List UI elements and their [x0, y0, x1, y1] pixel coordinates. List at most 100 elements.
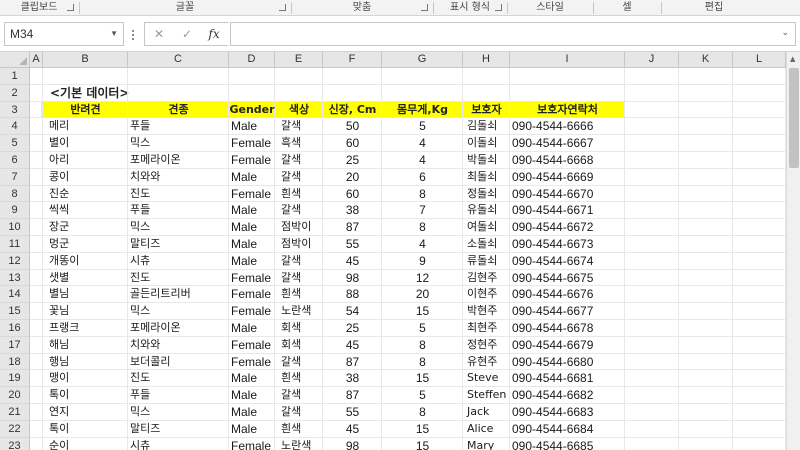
cell-weight[interactable]: 8	[382, 337, 463, 354]
cell-guardian[interactable]: 김현주	[467, 270, 510, 287]
cell-breed[interactable]: 포메라이온	[130, 320, 229, 337]
cell-weight[interactable]: 5	[382, 320, 463, 337]
cell-height[interactable]: 45	[323, 253, 382, 270]
cell-gender[interactable]: Male	[231, 219, 275, 236]
cell-pet-name[interactable]: 톡이	[49, 421, 128, 438]
cell-height[interactable]: 98	[323, 438, 382, 450]
row-header-19[interactable]: 19	[0, 370, 30, 388]
cell-gender[interactable]: Male	[231, 320, 275, 337]
cell-guardian[interactable]: 이현주	[467, 286, 510, 303]
cell-breed[interactable]: 보더콜리	[130, 354, 229, 371]
cell-pet-name[interactable]: 연지	[49, 404, 128, 421]
row-header-17[interactable]: 17	[0, 336, 30, 354]
cell-breed[interactable]: 진도	[130, 270, 229, 287]
cell-color[interactable]: 갈색	[281, 169, 323, 186]
row-header-7[interactable]: 7	[0, 168, 30, 186]
name-box[interactable]: M34 ▼	[4, 22, 124, 46]
cell-color[interactable]: 갈색	[281, 202, 323, 219]
cell-pet-name[interactable]: 꽃님	[49, 303, 128, 320]
cell-gender[interactable]: Male	[231, 404, 275, 421]
cell-pet-name[interactable]: 톡이	[49, 387, 128, 404]
insert-function-button[interactable]: fx	[203, 22, 225, 46]
cell-height[interactable]: 38	[323, 370, 382, 387]
cell-height[interactable]: 87	[323, 354, 382, 371]
cell-height[interactable]: 88	[323, 286, 382, 303]
cell-pet-name[interactable]: 메리	[49, 118, 128, 135]
row-header-18[interactable]: 18	[0, 353, 30, 371]
cell-weight[interactable]: 4	[382, 135, 463, 152]
dialog-launcher-icon[interactable]	[495, 4, 502, 11]
column-header-i[interactable]: I	[510, 52, 625, 68]
cell-height[interactable]: 87	[323, 387, 382, 404]
header-cell-color[interactable]: 색상	[275, 102, 323, 119]
cell-guardian[interactable]: 박현주	[467, 303, 510, 320]
cell-height[interactable]: 25	[323, 152, 382, 169]
cell-pet-name[interactable]: 해님	[49, 337, 128, 354]
cell-weight[interactable]: 15	[382, 370, 463, 387]
cell-weight[interactable]: 8	[382, 186, 463, 203]
cell-guardian-phone[interactable]: 090-4544-6671	[512, 202, 625, 219]
column-header-b[interactable]: B	[43, 52, 128, 68]
cell-weight[interactable]: 15	[382, 421, 463, 438]
header-cell-gender[interactable]: Gender	[229, 102, 275, 119]
cell-height[interactable]: 20	[323, 169, 382, 186]
cell-gender[interactable]: Male	[231, 253, 275, 270]
cell-height[interactable]: 38	[323, 202, 382, 219]
row-header-21[interactable]: 21	[0, 404, 30, 421]
cell-color[interactable]: 흰색	[281, 286, 323, 303]
cell-guardian-phone[interactable]: 090-4544-6670	[512, 186, 625, 203]
row-header-10[interactable]: 10	[0, 219, 30, 236]
cell-guardian-phone[interactable]: 090-4544-6674	[512, 253, 625, 270]
cell-gender[interactable]: Male	[231, 169, 275, 186]
cell-color[interactable]: 갈색	[281, 270, 323, 287]
cell-breed[interactable]: 푸들	[130, 118, 229, 135]
cell-color[interactable]: 흑색	[281, 135, 323, 152]
row-header-1[interactable]: 1	[0, 68, 30, 85]
select-all-button[interactable]	[0, 52, 30, 68]
cell-weight[interactable]: 15	[382, 303, 463, 320]
cell-height[interactable]: 55	[323, 404, 382, 421]
cell-breed[interactable]: 시츄	[130, 253, 229, 270]
cell-pet-name[interactable]: 아리	[49, 152, 128, 169]
cell-guardian[interactable]: 류돌쇠	[467, 253, 510, 270]
header-cell-height[interactable]: 신장, Cm	[323, 102, 382, 119]
cell-guardian-phone[interactable]: 090-4544-6681	[512, 370, 625, 387]
cell-breed[interactable]: 치와와	[130, 337, 229, 354]
cell-weight[interactable]: 8	[382, 404, 463, 421]
cell-gender[interactable]: Male	[231, 202, 275, 219]
cell-breed[interactable]: 진도	[130, 370, 229, 387]
cell-guardian-phone[interactable]: 090-4544-6680	[512, 354, 625, 371]
cell-guardian-phone[interactable]: 090-4544-6675	[512, 270, 625, 287]
cell-color[interactable]: 노란색	[281, 303, 323, 320]
cell-pet-name[interactable]: 순이	[49, 438, 128, 450]
cell-weight[interactable]: 9	[382, 253, 463, 270]
column-header-f[interactable]: F	[323, 52, 382, 68]
cell-guardian[interactable]: 정돌쇠	[467, 186, 510, 203]
formula-bar-grip-icon[interactable]	[132, 30, 136, 40]
column-header-j[interactable]: J	[625, 52, 679, 68]
cell-height[interactable]: 25	[323, 320, 382, 337]
cell-guardian-phone[interactable]: 090-4544-6667	[512, 135, 625, 152]
column-header-d[interactable]: D	[229, 52, 275, 68]
cell-height[interactable]: 45	[323, 337, 382, 354]
cell-guardian[interactable]: Steve	[467, 370, 510, 387]
row-header-5[interactable]: 5	[0, 135, 30, 152]
cell-pet-name[interactable]: 별님	[49, 286, 128, 303]
cancel-icon[interactable]: ✕	[148, 22, 170, 46]
cell-gender[interactable]: Female	[231, 438, 275, 450]
row-header-20[interactable]: 20	[0, 387, 30, 404]
cell-color[interactable]: 점박이	[281, 219, 323, 236]
cell-breed[interactable]: 믹스	[130, 135, 229, 152]
cell-gender[interactable]: Female	[231, 135, 275, 152]
sheet-title[interactable]: <기본 데이터>	[50, 85, 130, 101]
cell-gender[interactable]: Male	[231, 421, 275, 438]
row-header-14[interactable]: 14	[0, 286, 30, 304]
cell-pet-name[interactable]: 멍군	[49, 236, 128, 253]
cell-breed[interactable]: 믹스	[130, 219, 229, 236]
cell-guardian[interactable]: Jack	[467, 404, 510, 421]
cell-guardian-phone[interactable]: 090-4544-6669	[512, 169, 625, 186]
column-header-e[interactable]: E	[275, 52, 323, 68]
cell-pet-name[interactable]: 프랭크	[49, 320, 128, 337]
enter-icon[interactable]: ✓	[176, 22, 198, 46]
row-header-8[interactable]: 8	[0, 185, 30, 203]
